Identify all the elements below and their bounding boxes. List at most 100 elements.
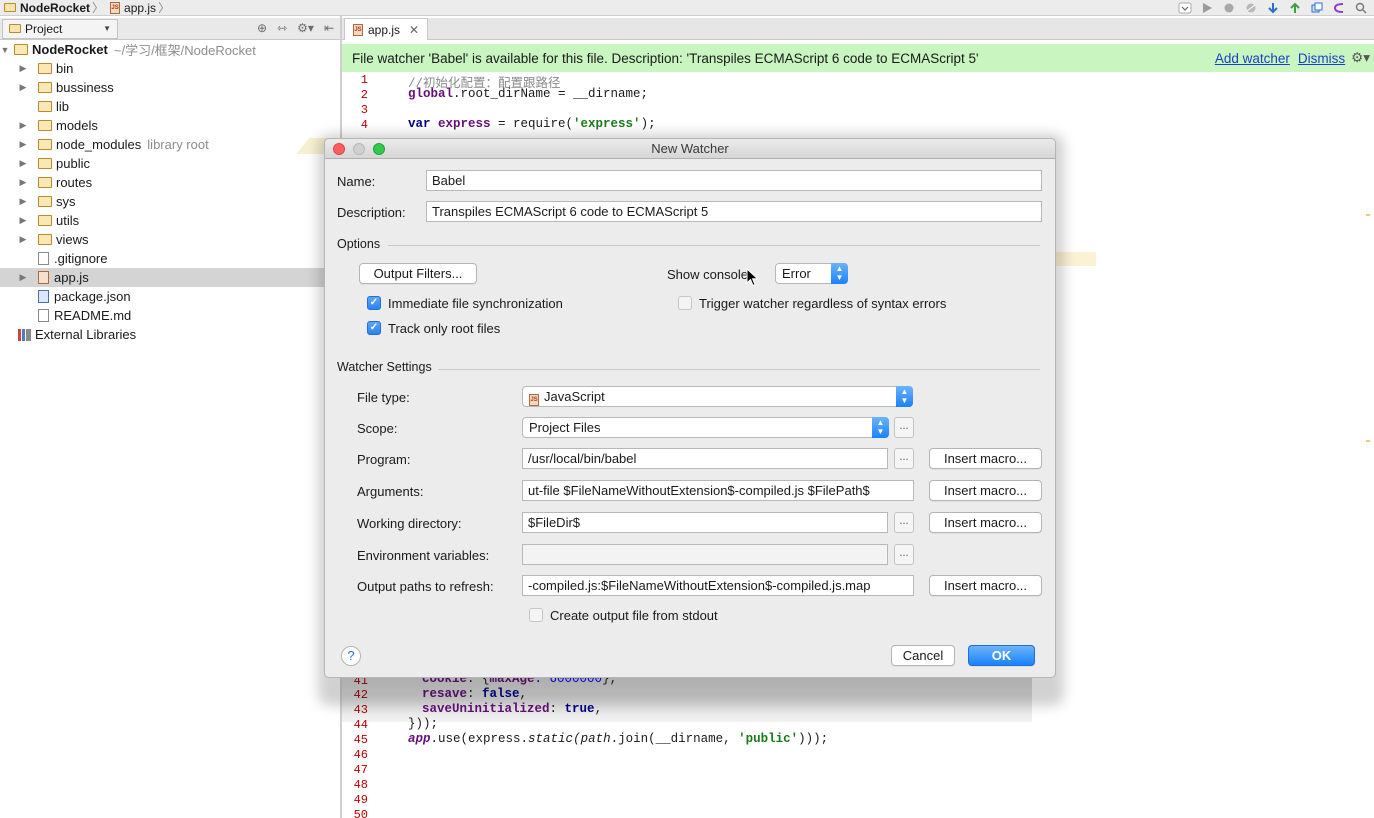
- project-view-selector[interactable]: Project ▼: [2, 18, 118, 39]
- tree-item-external-libraries[interactable]: External Libraries: [0, 325, 340, 344]
- environment-variables-browse-button[interactable]: ...: [894, 544, 914, 565]
- tree-item[interactable]: ▶ bussiness: [0, 78, 340, 97]
- hide-icon[interactable]: ⇤: [324, 21, 334, 35]
- code-line[interactable]: }));: [408, 717, 438, 731]
- tree-item[interactable]: .gitignore: [0, 249, 340, 268]
- collapse-icon[interactable]: ⇿: [277, 21, 287, 35]
- chevron-right-icon[interactable]: ▶: [18, 158, 28, 169]
- run-icon[interactable]: [1200, 2, 1214, 14]
- file-type-label: File type:: [357, 390, 410, 405]
- working-directory-field[interactable]: $FileDir$: [522, 512, 888, 533]
- tree-item[interactable]: lib: [0, 97, 340, 116]
- name-field[interactable]: Babel: [426, 170, 1042, 191]
- create-output-checkbox[interactable]: [529, 608, 543, 622]
- program-browse-button[interactable]: ...: [894, 448, 914, 469]
- vcs-commit-icon[interactable]: [1288, 2, 1302, 14]
- chevron-right-icon[interactable]: ▶: [18, 215, 28, 226]
- tree-item[interactable]: ▶ public: [0, 154, 340, 173]
- gear-icon[interactable]: ⚙▾: [1351, 50, 1370, 66]
- tree-item[interactable]: ▶ models: [0, 116, 340, 135]
- tree-item[interactable]: ▶ node_modules library root: [0, 135, 340, 154]
- tree-item-label: utils: [56, 213, 80, 228]
- working-directory-browse-button[interactable]: ...: [894, 512, 914, 533]
- description-field[interactable]: Transpiles ECMAScript 6 code to ECMAScri…: [426, 201, 1042, 222]
- minimize-window-button[interactable]: [353, 143, 365, 155]
- tree-item[interactable]: package.json: [0, 287, 340, 306]
- coverage-icon[interactable]: [1244, 2, 1258, 14]
- chevron-right-icon[interactable]: ▶: [18, 177, 28, 188]
- stepper-icon: ▲ ▼: [872, 417, 889, 438]
- tree-item[interactable]: ▶ bin: [0, 59, 340, 78]
- tree-item[interactable]: ▶ routes: [0, 173, 340, 192]
- js-file-icon: JS: [529, 394, 539, 406]
- js-file-icon: JS: [353, 23, 363, 36]
- show-console-select[interactable]: Error ▲ ▼: [775, 263, 848, 284]
- debug-icon[interactable]: [1222, 2, 1236, 14]
- revert-icon[interactable]: [1332, 2, 1346, 14]
- scope-select[interactable]: Project Files ▲ ▼: [522, 417, 889, 438]
- dismiss-link[interactable]: Dismiss: [1298, 51, 1345, 66]
- add-watcher-link[interactable]: Add watcher: [1215, 51, 1290, 66]
- program-field[interactable]: /usr/local/bin/babel: [522, 448, 888, 469]
- tree-item[interactable]: ▶ views: [0, 230, 340, 249]
- chevron-right-icon[interactable]: ▶: [18, 234, 28, 245]
- breadcrumb-project[interactable]: NodeRocket: [0, 0, 90, 16]
- vcs-update-icon[interactable]: [1266, 2, 1280, 14]
- tree-item[interactable]: README.md: [0, 306, 340, 325]
- search-icon[interactable]: [1354, 2, 1368, 14]
- chevron-right-icon[interactable]: ▶: [18, 139, 28, 150]
- output-filters-button[interactable]: Output Filters...: [359, 263, 477, 284]
- folder-icon: [38, 234, 52, 245]
- chevron-right-icon[interactable]: ▶: [18, 120, 28, 131]
- insert-macro-button[interactable]: Insert macro...: [929, 448, 1042, 469]
- close-window-button[interactable]: [333, 143, 345, 155]
- arguments-field[interactable]: ut-file $FileNameWithoutExtension$-compi…: [522, 480, 914, 501]
- chevron-right-icon[interactable]: ▶: [18, 82, 28, 93]
- line-number: 47: [353, 763, 368, 777]
- target-icon[interactable]: ⊕: [257, 21, 267, 35]
- scrollbar-marker[interactable]: [1366, 440, 1370, 442]
- tree-item[interactable]: ▶ app.js: [0, 268, 340, 287]
- tab-app-js[interactable]: JS app.js ✕: [344, 18, 429, 40]
- folder-icon: [38, 82, 52, 93]
- insert-macro-button[interactable]: Insert macro...: [929, 575, 1042, 596]
- show-console-label: Show console:: [667, 267, 752, 282]
- ok-button[interactable]: OK: [968, 645, 1035, 666]
- folder-icon: [4, 3, 16, 12]
- scrollbar-marker[interactable]: [1366, 214, 1370, 216]
- close-icon[interactable]: ✕: [409, 23, 419, 37]
- immediate-sync-checkbox[interactable]: ✓: [367, 296, 381, 310]
- maximize-window-button[interactable]: [373, 143, 385, 155]
- breadcrumb-file[interactable]: JS app.js: [106, 0, 156, 16]
- tree-item-label: .gitignore: [54, 251, 108, 266]
- mouse-pointer-icon: [746, 268, 759, 287]
- code-line[interactable]: global.root_dirName = __dirname;: [408, 87, 648, 101]
- chevron-down-icon[interactable]: ▼: [0, 45, 10, 55]
- environment-variables-label: Environment variables:: [357, 548, 490, 563]
- gear-icon[interactable]: ⚙▾: [297, 21, 314, 35]
- insert-macro-button[interactable]: Insert macro...: [929, 480, 1042, 501]
- trigger-regardless-checkbox[interactable]: [678, 296, 692, 310]
- code-line[interactable]: var express = require('express');: [408, 117, 656, 131]
- tree-item[interactable]: ▶ utils: [0, 211, 340, 230]
- chevron-right-icon[interactable]: ▶: [18, 196, 28, 207]
- help-button[interactable]: ?: [341, 646, 361, 666]
- output-paths-field[interactable]: -compiled.js:$FileNameWithoutExtension$-…: [522, 575, 914, 596]
- scope-browse-button[interactable]: ...: [894, 417, 914, 438]
- immediate-sync-label: Immediate file synchronization: [388, 296, 563, 311]
- dialog-title-bar[interactable]: New Watcher: [325, 139, 1055, 159]
- tree-item[interactable]: ▶ sys: [0, 192, 340, 211]
- track-root-checkbox[interactable]: ✓: [367, 321, 381, 335]
- cancel-button[interactable]: Cancel: [891, 645, 955, 666]
- folder-icon: [38, 120, 52, 131]
- folder-icon: [38, 215, 52, 226]
- dropdown-icon[interactable]: [1178, 2, 1192, 14]
- compare-icon[interactable]: [1310, 2, 1324, 14]
- tree-item-label: sys: [56, 194, 76, 209]
- insert-macro-button[interactable]: Insert macro...: [929, 512, 1042, 533]
- code-line[interactable]: app.use(express.static(path.join(__dirna…: [408, 732, 828, 746]
- tree-root[interactable]: ▼ NodeRocket ~/学习/框架/NodeRocket: [0, 40, 340, 59]
- chevron-right-icon[interactable]: ▶: [18, 63, 28, 74]
- file-type-select[interactable]: JS JavaScript ▲ ▼: [522, 386, 913, 407]
- environment-variables-field[interactable]: [522, 544, 888, 565]
